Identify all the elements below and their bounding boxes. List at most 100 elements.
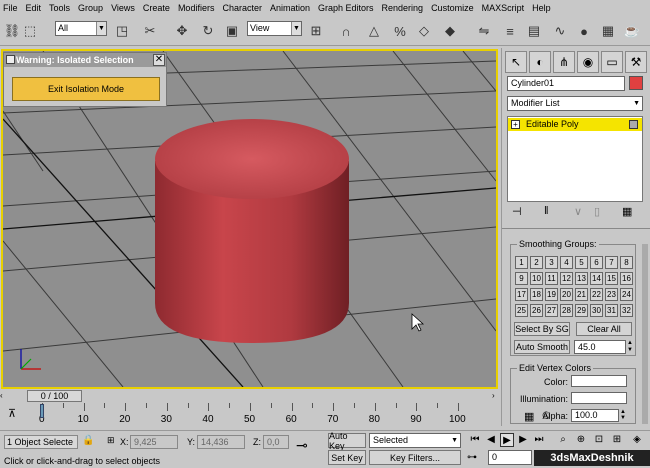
smoothing-group-button[interactable]: 8 <box>620 256 633 269</box>
track-bar[interactable]: ⊼ 0 10 20 30 40 50 60 70 80 90 100 <box>0 403 500 430</box>
pivot-icon[interactable]: ⊞ <box>306 20 326 42</box>
time-config-icon[interactable]: ⏲ <box>542 410 551 423</box>
prev-frame-icon[interactable]: ‹ <box>0 389 8 403</box>
smoothing-group-button[interactable]: 29 <box>575 304 588 317</box>
smoothing-group-button[interactable]: 16 <box>620 272 633 285</box>
select-scale-icon[interactable]: ▣ <box>222 20 242 42</box>
exit-isolation-button[interactable]: Exit Isolation Mode <box>12 77 160 101</box>
hierarchy-tab-icon[interactable]: ⋔ <box>553 51 575 73</box>
smoothing-group-button[interactable]: 19 <box>545 288 558 301</box>
x-coordinate-field[interactable]: 9,425 <box>130 435 178 449</box>
smoothing-group-button[interactable]: 20 <box>560 288 573 301</box>
zoom-icon[interactable]: ⌕ <box>556 433 570 447</box>
smoothing-group-button[interactable]: 27 <box>545 304 558 317</box>
menu-help[interactable]: Help <box>532 3 551 13</box>
select-by-sg-button[interactable]: Select By SG <box>514 322 570 336</box>
object-name-field[interactable]: Cylinder01 <box>507 76 625 91</box>
smoothing-group-button[interactable]: 25 <box>515 304 528 317</box>
object-color-swatch[interactable] <box>629 76 643 90</box>
smoothing-group-button[interactable]: 2 <box>530 256 543 269</box>
pin-stack-icon[interactable]: ⊣ <box>512 205 522 218</box>
next-frame-icon[interactable]: › <box>492 389 500 403</box>
smoothing-group-button[interactable]: 9 <box>515 272 528 285</box>
window-crossing-icon[interactable]: ✂ <box>140 20 160 42</box>
select-object-icon[interactable]: ◳ <box>112 20 132 42</box>
zoom-all-icon[interactable]: ⊕ <box>574 433 588 447</box>
quick-render-icon[interactable]: ☕ <box>622 20 642 42</box>
create-tab-icon[interactable]: ↖ <box>505 51 527 73</box>
smoothing-group-button[interactable]: 26 <box>530 304 543 317</box>
smoothing-group-button[interactable]: 22 <box>590 288 603 301</box>
smoothing-group-button[interactable]: 28 <box>560 304 573 317</box>
spinner-snap-icon[interactable]: ◇ <box>414 20 434 42</box>
lock-icon[interactable]: 🔒 <box>82 435 94 446</box>
smoothing-group-button[interactable]: 5 <box>575 256 588 269</box>
key-icon[interactable]: ⊸ <box>296 437 308 454</box>
layer-icon[interactable]: ▤ <box>524 20 544 42</box>
dialog-title[interactable]: Warning: Isolated Selection <box>4 53 166 67</box>
render-scene-icon[interactable]: ▦ <box>598 20 618 42</box>
smoothing-group-button[interactable]: 23 <box>605 288 618 301</box>
menu-customize[interactable]: Customize <box>431 3 474 13</box>
selection-filter-dropdown[interactable]: All ▼ <box>55 21 107 36</box>
menu-tools[interactable]: Tools <box>49 3 70 13</box>
time-slider-thumb[interactable]: 0 / 100 <box>27 390 82 402</box>
zoom-extents-icon[interactable]: ⊡ <box>592 433 606 447</box>
menu-maxscript[interactable]: MAXScript <box>482 3 525 13</box>
menu-edit[interactable]: Edit <box>26 3 42 13</box>
remove-modifier-icon[interactable]: ▯ <box>594 205 600 218</box>
cylinder01[interactable] <box>155 119 349 343</box>
curve-editor-icon[interactable]: ∿ <box>550 20 570 42</box>
named-selection-icon[interactable]: ◆ <box>440 20 460 42</box>
set-key-button[interactable]: Set Key <box>328 450 366 465</box>
absolute-mode-icon[interactable]: ⊞ <box>107 435 115 446</box>
smoothing-group-button[interactable]: 21 <box>575 288 588 301</box>
play-icon[interactable]: ▶ <box>500 433 514 447</box>
configure-modifier-sets-icon[interactable]: ▦ <box>622 205 632 218</box>
color-swatch[interactable] <box>571 375 627 387</box>
align-icon[interactable]: ≡ <box>500 20 520 42</box>
material-editor-icon[interactable]: ● <box>574 20 594 42</box>
smoothing-group-button[interactable]: 31 <box>605 304 618 317</box>
field-of-view-icon[interactable]: ◈ <box>630 433 644 447</box>
menu-character[interactable]: Character <box>222 3 262 13</box>
reference-coord-dropdown[interactable]: View ▼ <box>247 21 302 36</box>
go-to-end-icon[interactable]: ⏭ <box>532 433 546 447</box>
smoothing-group-button[interactable]: 12 <box>560 272 573 285</box>
time-slider[interactable]: ‹ 0 / 100 › <box>0 389 500 403</box>
go-to-start-icon[interactable]: ⏮ <box>468 433 482 447</box>
modifier-list-dropdown[interactable]: Modifier List ▼ <box>507 96 643 111</box>
clear-all-button[interactable]: Clear All <box>576 322 632 336</box>
menu-group[interactable]: Group <box>78 3 103 13</box>
panel-scrollbar[interactable] <box>642 244 648 424</box>
key-filters-button[interactable]: Key Filters... <box>369 450 461 465</box>
percent-snap-icon[interactable]: % <box>390 20 410 42</box>
smoothing-group-button[interactable]: 18 <box>530 288 543 301</box>
auto-smooth-button[interactable]: Auto Smooth <box>514 340 570 354</box>
smoothing-group-button[interactable]: 24 <box>620 288 633 301</box>
menu-views[interactable]: Views <box>111 3 135 13</box>
expand-icon[interactable]: + <box>511 120 520 129</box>
select-rotate-icon[interactable]: ↻ <box>198 20 218 42</box>
z-coordinate-field[interactable]: 0,0 <box>263 435 289 449</box>
smoothing-group-button[interactable]: 11 <box>545 272 558 285</box>
angle-snap-icon[interactable]: △ <box>364 20 384 42</box>
spinner-icon[interactable]: ▲ ▼ <box>626 340 634 354</box>
smoothing-group-button[interactable]: 4 <box>560 256 573 269</box>
zoom-extents-all-icon[interactable]: ⊞ <box>610 433 624 447</box>
smoothing-group-button[interactable]: 15 <box>605 272 618 285</box>
modify-tab-icon[interactable]: ◐ <box>529 51 551 73</box>
key-mode-dropdown[interactable]: Selected ▼ <box>369 433 461 448</box>
smoothing-group-button[interactable]: 1 <box>515 256 528 269</box>
mirror-icon[interactable]: ⇋ <box>474 20 494 42</box>
auto-key-button[interactable]: Auto Key <box>328 431 366 451</box>
select-link-icon[interactable]: ⛓ <box>2 20 22 42</box>
make-unique-icon[interactable]: ∨ <box>574 205 582 218</box>
key-mode-toggle-icon[interactable]: ⊶ <box>467 452 477 463</box>
rect-selection-icon[interactable]: ⬚ <box>20 20 40 42</box>
smoothing-group-button[interactable]: 30 <box>590 304 603 317</box>
auto-smooth-threshold[interactable]: 45.0 <box>574 340 626 354</box>
close-icon[interactable]: ✕ <box>153 54 165 66</box>
smoothing-group-button[interactable]: 13 <box>575 272 588 285</box>
menu-rendering[interactable]: Rendering <box>382 3 424 13</box>
